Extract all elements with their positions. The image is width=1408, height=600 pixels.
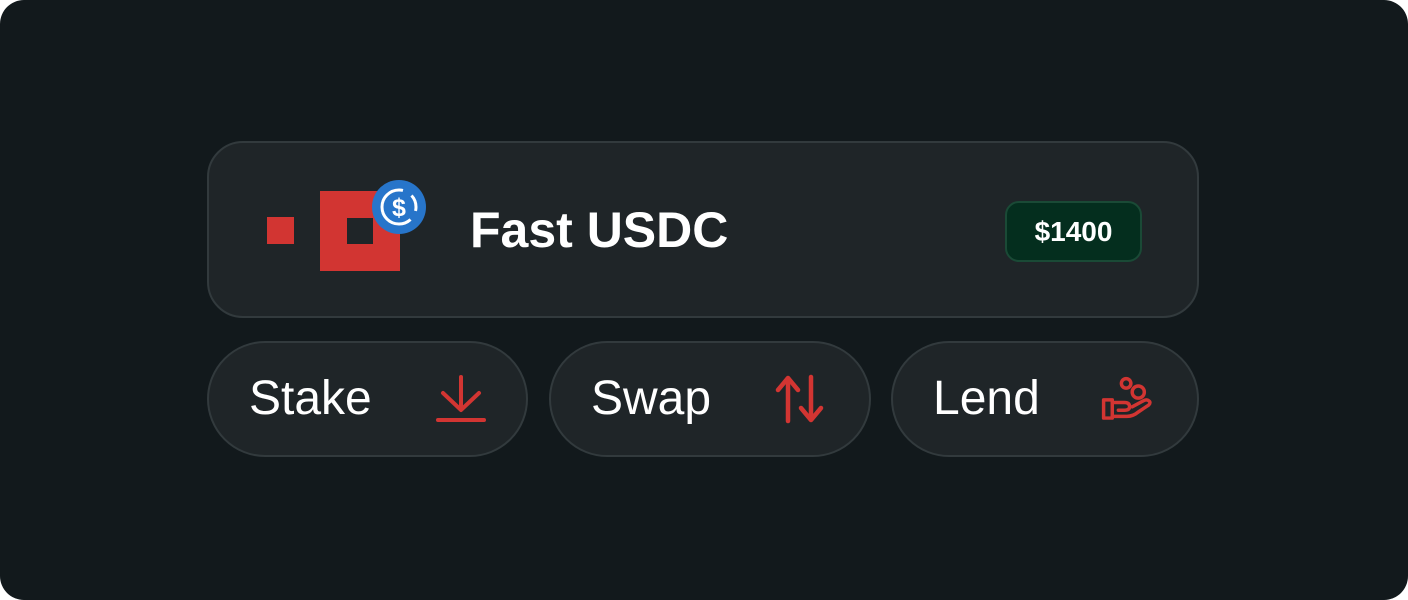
stake-label: Stake bbox=[249, 372, 372, 425]
token-logo: $ bbox=[267, 180, 427, 281]
logo-square-hole bbox=[347, 218, 373, 244]
token-value-badge: $1400 bbox=[1005, 201, 1142, 262]
swap-arrows-icon bbox=[775, 374, 824, 424]
usdc-dollar-icon: $ bbox=[372, 180, 426, 234]
token-card[interactable]: $ Fast USDC $1400 bbox=[207, 141, 1199, 318]
app-frame: $ Fast USDC $1400 Stake Swap Lend bbox=[0, 0, 1408, 600]
hand-coins-icon bbox=[1101, 376, 1152, 420]
stake-button[interactable]: Stake bbox=[207, 341, 528, 457]
swap-button[interactable]: Swap bbox=[549, 341, 871, 457]
lend-label: Lend bbox=[933, 372, 1040, 425]
lend-button[interactable]: Lend bbox=[891, 341, 1199, 457]
logo-dot bbox=[267, 217, 294, 244]
svg-text:$: $ bbox=[392, 194, 406, 222]
download-icon bbox=[436, 375, 486, 422]
token-name: Fast USDC bbox=[470, 202, 729, 258]
swap-label: Swap bbox=[591, 372, 712, 425]
